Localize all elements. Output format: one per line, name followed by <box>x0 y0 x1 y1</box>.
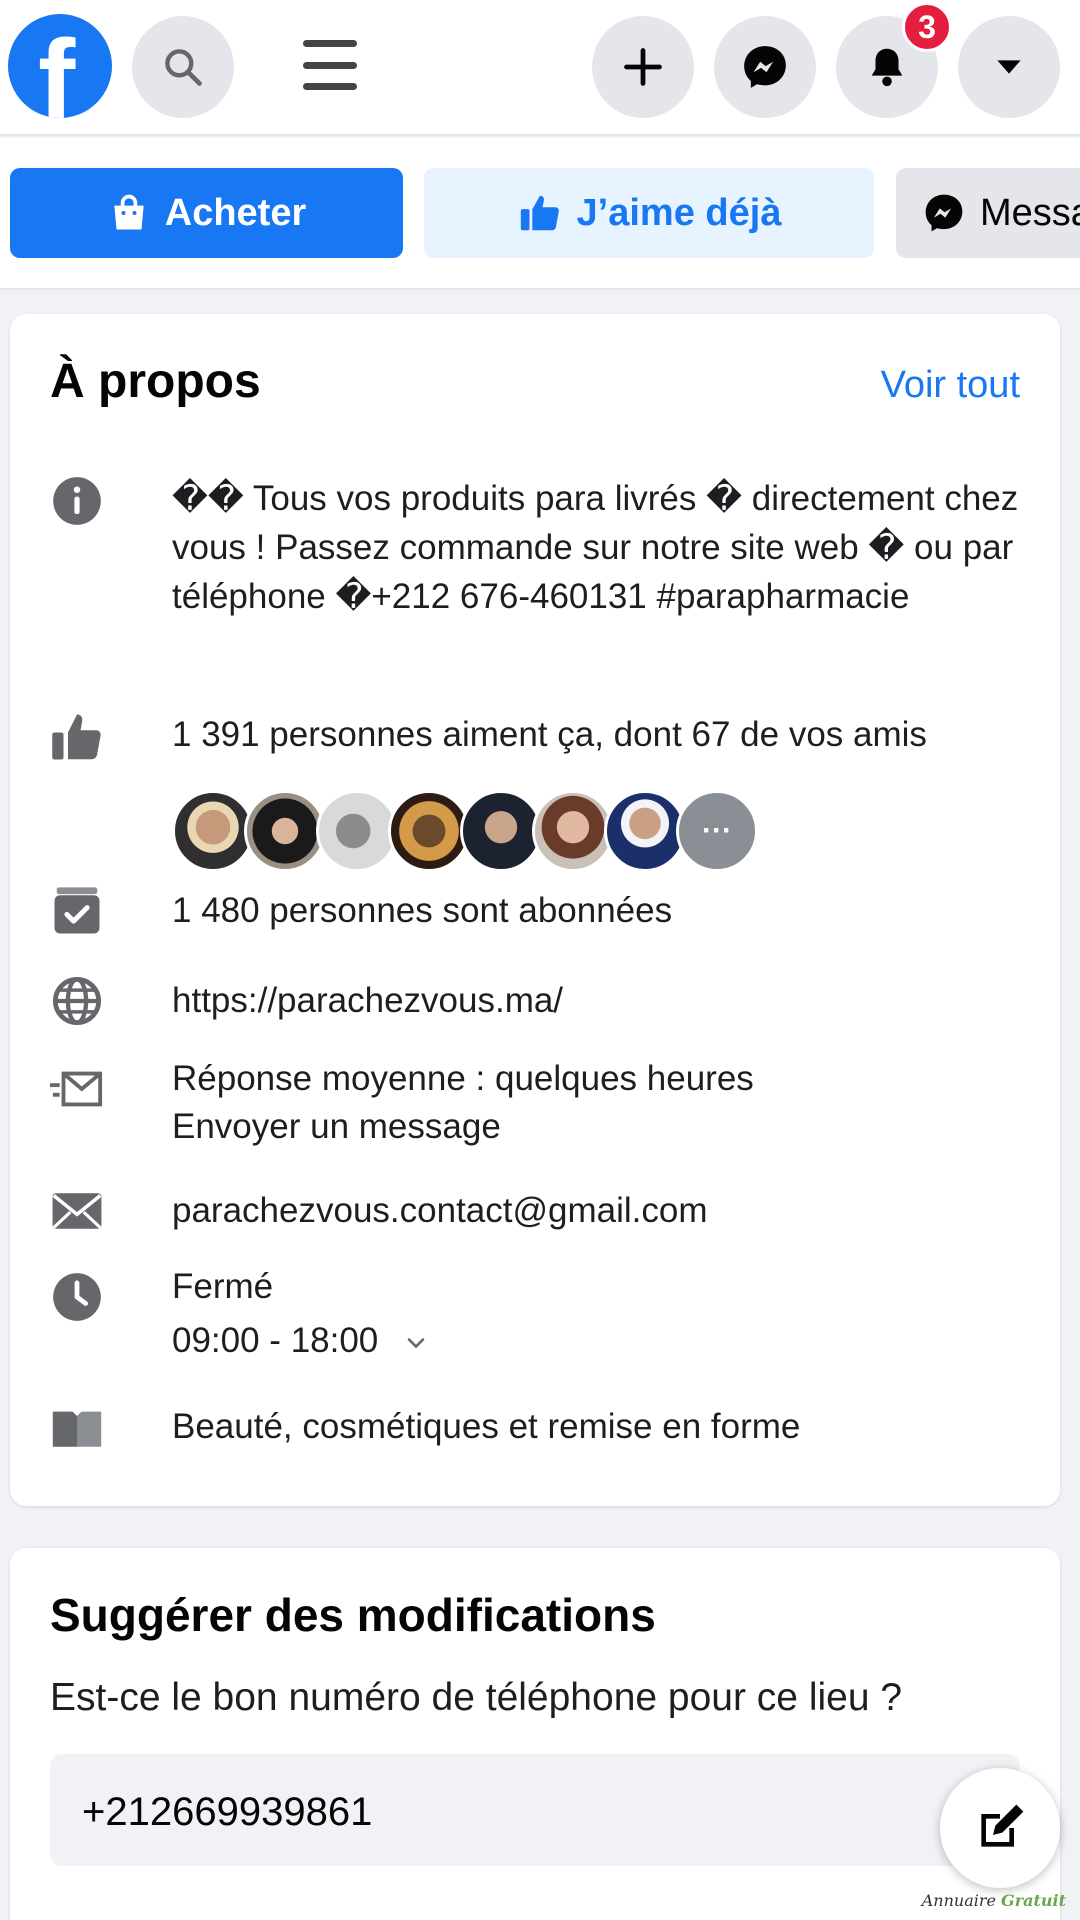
edit-floating-button[interactable] <box>940 1768 1060 1888</box>
about-description-row: �� Tous vos produits para livrés � direc… <box>50 474 1030 674</box>
category-row: Beauté, cosmétiques et remise en forme <box>50 1400 1030 1456</box>
response-time: Réponse moyenne : quelques heures <box>172 1059 754 1098</box>
chevron-down-icon <box>407 1337 425 1349</box>
caret-down-icon <box>997 60 1021 74</box>
avatar[interactable] <box>460 790 542 872</box>
account-menu-button[interactable] <box>958 16 1060 118</box>
avatar[interactable] <box>172 790 254 872</box>
avatar[interactable] <box>604 790 686 872</box>
likes-row: 1 391 personnes aiment ça, dont 67 de vo… <box>50 710 1030 890</box>
message-button-label: Message <box>980 191 1080 234</box>
avatar[interactable] <box>388 790 470 872</box>
suggest-question: Est-ce le bon numéro de téléphone pour c… <box>50 1676 903 1719</box>
messenger-button[interactable] <box>714 16 816 118</box>
clock-icon <box>50 1270 104 1324</box>
plus-icon <box>624 48 662 86</box>
more-friends-button[interactable]: ··· <box>676 790 758 872</box>
top-navigation-bar: f 3 <box>0 0 1080 136</box>
edit-icon <box>981 1804 1024 1847</box>
see-all-link[interactable]: Voir tout <box>881 364 1020 407</box>
hours-row: Fermé 09:00 - 18:00 <box>50 1262 1030 1372</box>
liked-button-label: J’aime déjà <box>576 191 782 234</box>
fast-reply-icon <box>50 1062 104 1116</box>
menu-icon-bar <box>303 61 357 69</box>
followers-row: 1 480 personnes sont abonnées <box>50 884 1030 940</box>
menu-icon <box>303 40 357 47</box>
followers-count: 1 480 personnes sont abonnées <box>172 891 673 930</box>
globe-icon <box>50 974 104 1028</box>
about-title: À propos <box>50 355 261 408</box>
email-link[interactable]: parachezvous.contact@gmail.com <box>172 1186 1030 1235</box>
messenger-icon <box>744 46 786 88</box>
messenger-icon <box>925 194 963 232</box>
about-card: À propos Voir tout �� Tous vos produits … <box>10 314 1060 1506</box>
followers-icon <box>50 884 104 938</box>
hours-dropdown[interactable]: 09:00 - 18:00 <box>172 1316 1030 1365</box>
buy-button-label: Acheter <box>164 191 307 234</box>
more-friends-dots: ··· <box>702 814 732 847</box>
email-row: parachezvous.contact@gmail.com <box>50 1184 1030 1240</box>
menu-icon-bar <box>303 83 357 90</box>
thumbs-up-icon <box>50 710 104 764</box>
buy-button[interactable]: Acheter <box>10 168 403 258</box>
website-link[interactable]: https://parachezvous.ma/ <box>172 976 1030 1025</box>
info-icon <box>50 474 104 528</box>
shopping-bag-icon <box>114 194 144 230</box>
category-tag-icon <box>50 1400 104 1454</box>
facebook-logo[interactable]: f <box>8 14 112 118</box>
likes-count: 1 391 personnes aiment ça, dont 67 de vo… <box>172 715 927 754</box>
liked-button[interactable]: J’aime déjà <box>424 168 874 258</box>
search-icon <box>165 49 202 86</box>
send-message-link[interactable]: Envoyer un message <box>172 1102 1030 1151</box>
open-status: Fermé <box>172 1267 274 1306</box>
page-actions-row: Acheter J’aime déjà Message <box>0 138 1080 290</box>
about-description: �� Tous vos produits para livrés � direc… <box>172 479 1019 616</box>
watermark-logo: Annuaire Gratuit <box>921 1891 1066 1910</box>
message-button[interactable]: Message <box>896 168 1080 258</box>
website-row: https://parachezvous.ma/ <box>50 974 1030 1030</box>
bell-icon <box>871 48 903 87</box>
menu-button[interactable] <box>290 30 370 100</box>
avatar[interactable] <box>244 790 326 872</box>
facebook-logo-letter: f <box>38 17 76 119</box>
avatar[interactable] <box>316 790 398 872</box>
notification-badge: 3 <box>902 2 952 52</box>
opening-hours: 09:00 - 18:00 <box>172 1321 379 1360</box>
avatar[interactable] <box>532 790 614 872</box>
search-button[interactable] <box>132 16 234 118</box>
category-link[interactable]: Beauté, cosmétiques et remise en forme <box>172 1402 1030 1451</box>
envelope-icon <box>50 1184 104 1238</box>
thumbs-up-icon <box>520 195 559 231</box>
phone-number-field[interactable]: +212669939861 <box>50 1754 1020 1866</box>
suggest-edits-title: Suggérer des modifications <box>50 1589 656 1641</box>
create-button[interactable] <box>592 16 694 118</box>
suggest-edits-card: Suggérer des modifications Est-ce le bon… <box>10 1548 1060 1920</box>
response-row: Réponse moyenne : quelques heures Envoye… <box>50 1054 1030 1164</box>
